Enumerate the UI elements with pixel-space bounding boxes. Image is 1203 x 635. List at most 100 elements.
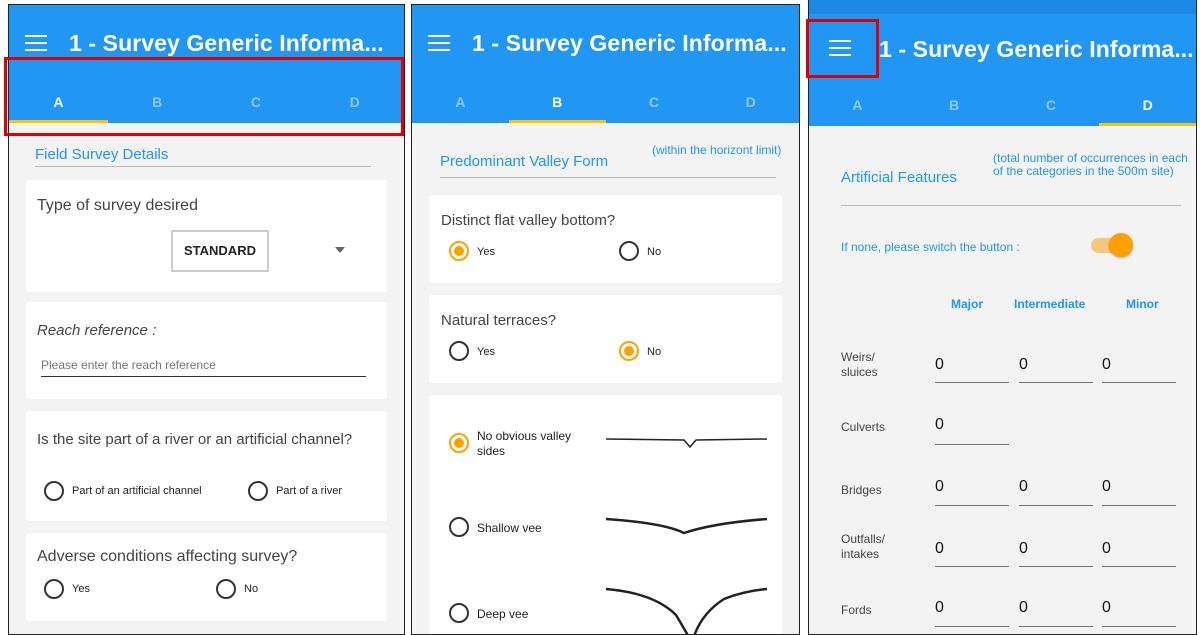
radio-shallow-vee-label: Shallow vee	[477, 521, 542, 535]
section-title: Predominant Valley Form	[440, 153, 609, 170]
tab-c[interactable]: C	[207, 83, 306, 123]
reach-card: Reach reference :	[26, 302, 387, 399]
radio-flat-yes-label: Yes	[477, 246, 495, 258]
radio-river[interactable]	[248, 481, 268, 501]
none-switch-thumb[interactable]	[1109, 233, 1133, 257]
tab-b[interactable]: B	[906, 86, 1003, 126]
radio-deep-vee-label: Deep vee	[477, 607, 529, 621]
culverts-major-value[interactable]: 0	[935, 416, 944, 434]
tab-d[interactable]: D	[305, 83, 404, 123]
screen-tab-a: 1 - Survey Generic Informa... A B C D Fi…	[8, 4, 405, 635]
outfalls-major-underline	[935, 566, 1009, 567]
radio-flat-yes[interactable]	[449, 241, 469, 261]
survey-type-label: Type of survey desired	[37, 197, 198, 214]
radio-terraces-yes-label: Yes	[477, 346, 495, 358]
culverts-major-underline	[935, 444, 1009, 445]
tab-c[interactable]: C	[606, 83, 703, 123]
radio-no-obvious-label: No obvious valley sides	[477, 429, 572, 458]
radio-adverse-no[interactable]	[216, 579, 236, 599]
app-bar: 1 - Survey Generic Informa...	[412, 5, 799, 83]
bridges-intermediate-underline	[1019, 505, 1093, 506]
fords-minor-value[interactable]: 0	[1102, 599, 1111, 617]
reach-label: Reach reference :	[37, 322, 157, 339]
radio-adverse-no-label: No	[244, 583, 259, 595]
radio-flat-no[interactable]	[619, 241, 639, 261]
fords-minor-underline	[1102, 626, 1176, 627]
screen-tab-d: 1 - Survey Generic Informa... A B C D Ar…	[808, 0, 1197, 635]
valley-form-card: No obvious valley sides Shallow vee Deep…	[429, 395, 782, 634]
radio-river-label: Part of a river	[276, 485, 343, 497]
outfalls-major-value[interactable]: 0	[935, 540, 944, 558]
tab-a[interactable]: A	[809, 86, 906, 126]
radio-terraces-yes[interactable]	[449, 341, 469, 361]
tab-c[interactable]: C	[1003, 86, 1100, 126]
tab-b[interactable]: B	[508, 83, 606, 123]
section-divider	[35, 166, 371, 167]
section-title: Artificial Features	[841, 169, 957, 186]
menu-icon[interactable]	[829, 40, 851, 56]
switch-label: If none, please switch the button :	[841, 240, 1020, 254]
weirs-minor-underline	[1102, 382, 1176, 383]
dropdown-arrow-icon[interactable]	[335, 247, 345, 253]
fords-intermediate-value[interactable]: 0	[1019, 599, 1028, 617]
terraces-card: Natural terraces? Yes No	[429, 295, 782, 383]
valley-shallow-icon	[605, 517, 768, 535]
radio-terraces-no-label: No	[647, 346, 662, 358]
fords-major-underline	[935, 626, 1009, 627]
section-divider	[440, 177, 776, 178]
survey-type-card: Type of survey desired STANDARD	[26, 180, 387, 292]
radio-deep-vee[interactable]	[449, 603, 469, 623]
outfalls-intermediate-underline	[1019, 566, 1093, 567]
adverse-label: Adverse conditions affecting survey?	[37, 548, 298, 565]
bridges-minor-value[interactable]: 0	[1102, 478, 1111, 496]
tab-bar: A B C D	[412, 83, 799, 123]
radio-shallow-vee[interactable]	[449, 517, 469, 537]
reach-input[interactable]	[41, 353, 366, 377]
outfalls-minor-underline	[1102, 566, 1176, 567]
app-title: 1 - Survey Generic Informa...	[879, 36, 1194, 62]
menu-icon[interactable]	[25, 35, 47, 51]
outfalls-intermediate-value[interactable]: 0	[1019, 540, 1028, 558]
weirs-intermediate-underline	[1019, 382, 1093, 383]
tab-d[interactable]: D	[1099, 86, 1196, 126]
tab-a[interactable]: A	[9, 83, 108, 123]
survey-type-select[interactable]: STANDARD	[171, 230, 269, 272]
weirs-minor-value[interactable]: 0	[1102, 356, 1111, 374]
tab-d[interactable]: D	[702, 83, 799, 123]
radio-artificial-channel-label: Part of an artificial channel	[72, 485, 202, 497]
tab-a[interactable]: A	[412, 83, 509, 123]
menu-icon[interactable]	[428, 35, 450, 51]
row-label-fords: Fords	[841, 603, 872, 617]
radio-terraces-no[interactable]	[619, 341, 639, 361]
valley-flat-icon	[605, 438, 768, 449]
app-bar: 1 - Survey Generic Informa...	[9, 5, 404, 83]
row-label-culverts: Culverts	[841, 420, 886, 434]
fords-major-value[interactable]: 0	[935, 599, 944, 617]
flat-bottom-card: Distinct flat valley bottom? Yes No	[429, 195, 782, 283]
bridges-minor-underline	[1102, 505, 1176, 506]
status-bar	[809, 0, 1196, 14]
radio-no-obvious[interactable]	[449, 433, 469, 453]
radio-artificial-channel[interactable]	[44, 481, 64, 501]
weirs-major-value[interactable]: 0	[935, 356, 944, 374]
row-label-bridges: Bridges	[841, 483, 882, 497]
tab-bar: A B C D	[9, 83, 404, 123]
section-divider	[841, 205, 1181, 206]
terraces-label: Natural terraces?	[441, 312, 557, 329]
radio-adverse-yes[interactable]	[44, 579, 64, 599]
screen-tab-b: 1 - Survey Generic Informa... A B C D Pr…	[411, 4, 800, 635]
screenshot-stage: 1 - Survey Generic Informa... A B C D Fi…	[0, 0, 1203, 635]
flat-bottom-label: Distinct flat valley bottom?	[441, 212, 616, 229]
app-title: 1 - Survey Generic Informa...	[472, 30, 787, 56]
bridges-major-underline	[935, 505, 1009, 506]
bridges-intermediate-value[interactable]: 0	[1019, 478, 1028, 496]
row-label-outfalls: Outfalls/ intakes	[841, 532, 886, 561]
col-header-minor: Minor	[1126, 297, 1159, 311]
bridges-major-value[interactable]: 0	[935, 478, 944, 496]
tab-b[interactable]: B	[108, 83, 207, 123]
outfalls-minor-value[interactable]: 0	[1102, 540, 1111, 558]
weirs-intermediate-value[interactable]: 0	[1019, 356, 1028, 374]
tab-bar: A B C D	[809, 86, 1196, 126]
valley-deep-icon	[605, 587, 768, 634]
app-title: 1 - Survey Generic Informa...	[69, 30, 384, 56]
